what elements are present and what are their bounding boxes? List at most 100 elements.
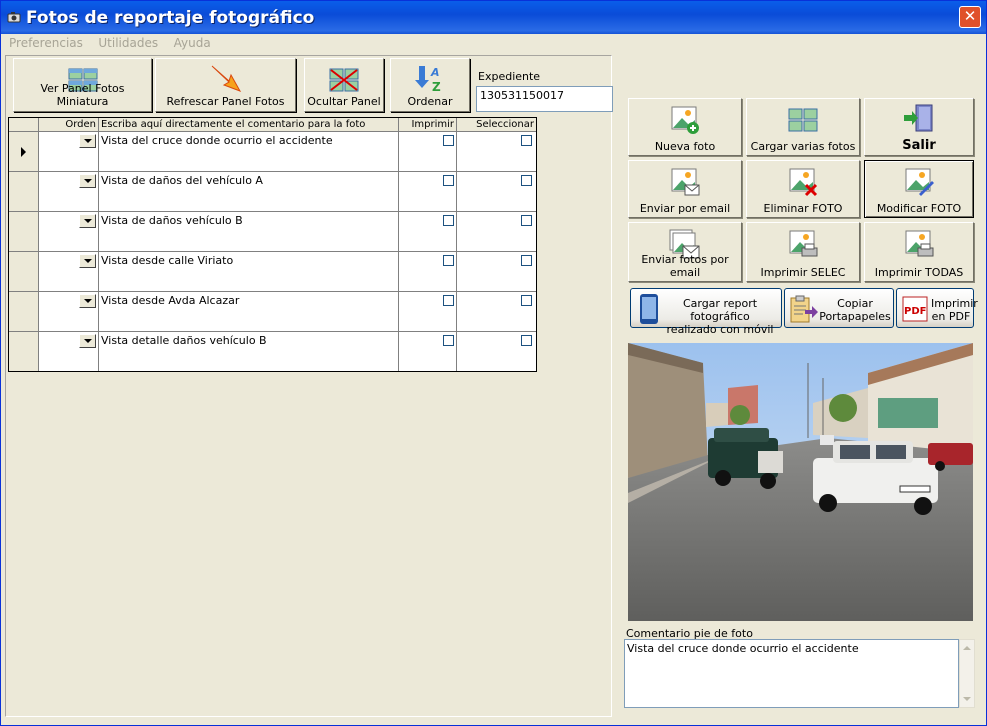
photo-preview [628, 343, 973, 621]
nueva-foto-button[interactable]: Nueva foto [628, 98, 742, 156]
pdf-badge-text: PDF [904, 306, 926, 317]
row-selector[interactable] [9, 132, 39, 172]
comentario-text: Vista de daños del vehículo A [101, 174, 263, 187]
orden-cell[interactable] [39, 292, 99, 332]
imprimir-todas-button[interactable]: Imprimir TODAS [864, 222, 974, 282]
current-row-arrow-icon [21, 147, 26, 157]
seleccionar-checkbox[interactable] [521, 215, 532, 226]
expediente-field[interactable]: 130531150017 [476, 86, 613, 112]
edit-photo-icon [905, 168, 934, 196]
comentario-cell[interactable]: Vista de daños del vehículo A [99, 172, 399, 212]
table-row[interactable]: Vista desde Avda Alcazar [9, 292, 536, 332]
caption-scrollbar[interactable] [959, 639, 975, 708]
chevron-down-icon[interactable] [79, 174, 96, 188]
ver-panel-miniatura-button[interactable]: Ver Panel Fotos Miniatura [13, 58, 152, 112]
photos-grid: Orden Escriba aquí directamente el comen… [8, 117, 537, 372]
ocultar-panel-button[interactable]: Ocultar Panel [304, 58, 384, 112]
table-row[interactable]: Vista de daños del vehículo A [9, 172, 536, 212]
comentario-cell[interactable]: Vista del cruce donde ocurrio el acciden… [99, 132, 399, 172]
imprimir-cell [399, 332, 457, 371]
title-bar: Fotos de reportaje fotográfico ✕ [1, 1, 986, 34]
seleccionar-cell [457, 132, 536, 172]
seleccionar-checkbox[interactable] [521, 255, 532, 266]
menu-preferencias[interactable]: Preferencias [5, 34, 87, 50]
row-selector[interactable] [9, 172, 39, 212]
orden-cell[interactable] [39, 212, 99, 252]
seleccionar-checkbox[interactable] [521, 295, 532, 306]
table-row[interactable]: Vista del cruce donde ocurrio el acciden… [9, 132, 536, 172]
seleccionar-cell [457, 252, 536, 292]
salir-button[interactable]: Salir [864, 98, 974, 156]
ordenar-button[interactable]: A Z Ordenar [390, 58, 470, 112]
seleccionar-cell [457, 172, 536, 212]
scroll-up-arrow-icon[interactable] [963, 646, 971, 650]
refresh-arrow-icon [211, 65, 241, 92]
orden-cell[interactable] [39, 332, 99, 371]
comentario-text: Vista detalle daños vehículo B [101, 334, 267, 347]
modificar-foto-button[interactable]: Modificar FOTO [864, 160, 974, 218]
comentario-cell[interactable]: Vista detalle daños vehículo B [99, 332, 399, 371]
grid-header-comentario[interactable]: Escriba aquí directamente el comentario … [99, 118, 399, 132]
close-button[interactable]: ✕ [959, 6, 981, 28]
imprimir-pdf-button[interactable]: PDF Imprimir en PDF [896, 288, 978, 328]
seleccionar-cell [457, 292, 536, 332]
orden-cell[interactable] [39, 252, 99, 292]
eliminar-foto-button[interactable]: Eliminar FOTO [746, 160, 860, 218]
comentario-cell[interactable]: Vista desde calle Viriato [99, 252, 399, 292]
imprimir-checkbox[interactable] [443, 295, 454, 306]
caption-textarea[interactable]: Vista del cruce donde ocurrio el acciden… [624, 639, 959, 708]
chevron-down-icon[interactable] [79, 294, 96, 308]
imprimir-cell [399, 252, 457, 292]
orden-cell[interactable] [39, 132, 99, 172]
seleccionar-cell [457, 332, 536, 371]
comentario-text: Vista desde calle Viriato [101, 254, 234, 267]
row-selector[interactable] [9, 212, 39, 252]
chevron-down-icon[interactable] [79, 334, 96, 348]
chevron-down-icon[interactable] [79, 254, 96, 268]
copiar-line1: Copiar [837, 297, 873, 310]
imprimir-checkbox[interactable] [443, 255, 454, 266]
imprimir-selec-button[interactable]: Imprimir SELEC [746, 222, 860, 282]
copiar-label: Copiar Portapapeles [819, 297, 891, 323]
scroll-down-arrow-icon[interactable] [963, 697, 971, 701]
comentario-cell[interactable]: Vista de daños vehículo B [99, 212, 399, 252]
eliminar-foto-label: Eliminar FOTO [763, 202, 843, 215]
table-row[interactable]: Vista detalle daños vehículo B [9, 332, 536, 371]
imprimir-cell [399, 172, 457, 212]
grid-header-seleccionar[interactable]: Seleccionar [457, 118, 536, 132]
grid-header-imprimir[interactable]: Imprimir [399, 118, 457, 132]
grid-header-orden[interactable]: Orden [39, 118, 99, 132]
imprimir-checkbox[interactable] [443, 135, 454, 146]
imprimir-checkbox[interactable] [443, 215, 454, 226]
row-selector[interactable] [9, 332, 39, 371]
delete-photo-icon [789, 168, 818, 197]
menu-utilidades[interactable]: Utilidades [94, 34, 162, 50]
enviar-email-button[interactable]: Enviar por email [628, 160, 742, 218]
cargar-movil-line1: Cargar report fotográfico [682, 297, 758, 323]
row-selector[interactable] [9, 252, 39, 292]
print-all-icon [905, 230, 934, 257]
cargar-varias-button[interactable]: Cargar varias fotos [746, 98, 860, 156]
menu-ayuda[interactable]: Ayuda [170, 34, 215, 50]
chevron-down-icon[interactable] [79, 214, 96, 228]
seleccionar-checkbox[interactable] [521, 135, 532, 146]
refrescar-panel-button[interactable]: Refrescar Panel Fotos [155, 58, 296, 112]
seleccionar-checkbox[interactable] [521, 335, 532, 346]
enviar-fotos-email-label: Enviar fotos por email [641, 253, 729, 279]
orden-cell[interactable] [39, 172, 99, 212]
imprimir-checkbox[interactable] [443, 175, 454, 186]
cargar-movil-label: Cargar report fotográfico realizado con m… [661, 297, 779, 336]
copiar-portapapeles-button[interactable]: Copiar Portapapeles [784, 288, 894, 328]
chevron-down-icon[interactable] [79, 134, 96, 148]
imprimir-checkbox[interactable] [443, 335, 454, 346]
seleccionar-checkbox[interactable] [521, 175, 532, 186]
nueva-foto-label: Nueva foto [654, 140, 716, 153]
cargar-movil-button[interactable]: Cargar report fotográfico realizado con m… [630, 288, 782, 336]
table-row[interactable]: Vista desde calle Viriato [9, 252, 536, 292]
enviar-fotos-email-button[interactable]: Enviar fotos por email [628, 222, 742, 282]
ordenar-label: Ordenar [407, 95, 453, 108]
refrescar-label: Refrescar Panel Fotos [166, 95, 285, 108]
comentario-cell[interactable]: Vista desde Avda Alcazar [99, 292, 399, 332]
row-selector[interactable] [9, 292, 39, 332]
table-row[interactable]: Vista de daños vehículo B [9, 212, 536, 252]
